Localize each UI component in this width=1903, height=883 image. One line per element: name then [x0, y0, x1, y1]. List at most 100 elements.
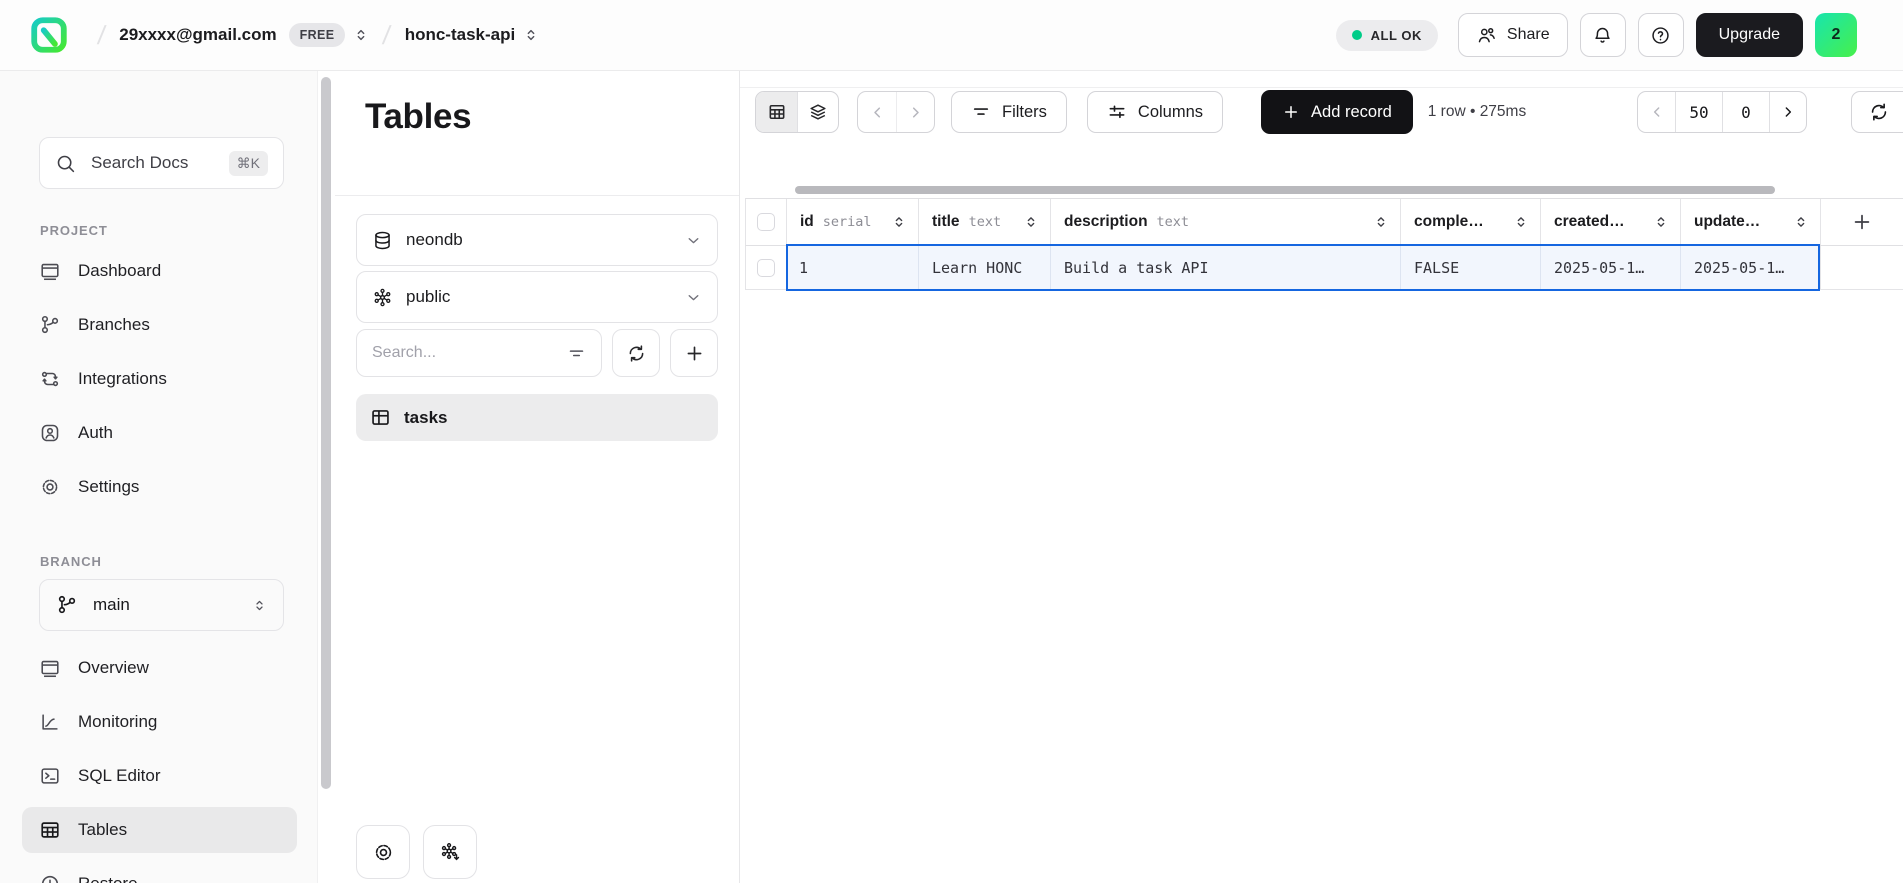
- share-label: Share: [1507, 26, 1550, 44]
- upgrade-button[interactable]: Upgrade: [1696, 13, 1803, 57]
- column-header-id[interactable]: id serial: [786, 199, 918, 245]
- refresh-tables-button[interactable]: [612, 329, 660, 377]
- database-selector[interactable]: neondb: [356, 214, 718, 266]
- row-select-cell: [746, 246, 786, 289]
- column-header-updated[interactable]: update…: [1680, 199, 1820, 245]
- schema-selector[interactable]: public: [356, 271, 718, 323]
- filters-button[interactable]: Filters: [951, 91, 1067, 133]
- project-name[interactable]: honc-task-api: [405, 25, 516, 45]
- cell-created[interactable]: 2025-05-1…: [1540, 246, 1680, 289]
- row-checkbox[interactable]: [757, 259, 775, 277]
- layers-view-button[interactable]: [797, 92, 838, 132]
- sidebar-scrollbar[interactable]: [318, 71, 335, 883]
- refresh-icon: [1868, 101, 1890, 123]
- plus-icon: [1851, 211, 1873, 233]
- grid-header-row: id serial title text description text: [745, 198, 1903, 246]
- cell-title[interactable]: Learn HONC: [918, 246, 1050, 289]
- status-label: ALL OK: [1371, 28, 1422, 43]
- sql-editor-icon: [39, 765, 61, 787]
- status-badge[interactable]: ALL OK: [1336, 20, 1438, 51]
- notifications-button[interactable]: [1580, 13, 1626, 57]
- add-column-button[interactable]: [1820, 199, 1903, 245]
- grid-toolbar: Filters Columns Add record 1 row • 275ms: [740, 88, 1903, 134]
- auth-icon: [39, 422, 61, 444]
- tables-icon: [39, 819, 61, 841]
- git-branch-icon: [39, 314, 61, 336]
- users-icon: [1476, 25, 1497, 46]
- filter-icon[interactable]: [567, 344, 586, 363]
- chevron-down-icon: [685, 232, 702, 249]
- sidebar-item-sql-editor[interactable]: SQL Editor: [22, 753, 297, 799]
- page-offset-value[interactable]: 0: [1722, 92, 1769, 132]
- panel-settings-button[interactable]: [356, 825, 410, 879]
- prev-page-button[interactable]: [858, 92, 896, 132]
- sort-icon[interactable]: [1514, 215, 1528, 229]
- select-all-checkbox[interactable]: [757, 213, 775, 231]
- sort-icon[interactable]: [1374, 215, 1388, 229]
- sort-icon[interactable]: [1654, 215, 1668, 229]
- sidebar-item-tables[interactable]: Tables: [22, 807, 297, 853]
- column-header-title[interactable]: title text: [918, 199, 1050, 245]
- add-table-button[interactable]: [670, 329, 718, 377]
- export-schema-button[interactable]: [423, 825, 477, 879]
- grid-horizontal-scrollbar[interactable]: [745, 182, 1903, 198]
- grid-view-icon: [767, 102, 787, 122]
- grid-view-button[interactable]: [756, 92, 797, 132]
- sidebar-item-dashboard[interactable]: Dashboard: [22, 248, 297, 294]
- sidebar-item-branches[interactable]: Branches: [22, 302, 297, 348]
- schema-icon: [372, 287, 393, 308]
- cell-completed[interactable]: FALSE: [1400, 246, 1540, 289]
- search-docs-placeholder: Search Docs: [91, 153, 188, 173]
- sort-icon[interactable]: [1794, 215, 1808, 229]
- sort-icon[interactable]: [892, 215, 906, 229]
- help-icon: [1650, 25, 1671, 46]
- gear-icon: [39, 476, 61, 498]
- sidebar-item-monitoring[interactable]: Monitoring: [22, 699, 297, 745]
- sort-icon[interactable]: [1024, 215, 1038, 229]
- table-search-placeholder: Search...: [372, 344, 436, 362]
- help-button[interactable]: [1638, 13, 1684, 57]
- next-page-button[interactable]: [896, 92, 934, 132]
- search-docs-input[interactable]: Search Docs ⌘K: [39, 137, 284, 189]
- cell-id[interactable]: 1: [786, 246, 918, 289]
- plan-badge: FREE: [289, 23, 346, 47]
- scrollbar-thumb[interactable]: [321, 77, 331, 789]
- sidebar-item-auth[interactable]: Auth: [22, 410, 297, 456]
- columns-button[interactable]: Columns: [1087, 91, 1223, 133]
- result-summary: 1 row • 275ms: [1428, 103, 1526, 121]
- branch-selector[interactable]: main: [39, 579, 284, 631]
- page-size-value[interactable]: 50: [1675, 92, 1722, 132]
- sidebar-item-integrations[interactable]: Integrations: [22, 356, 297, 402]
- select-all-cell: [746, 199, 786, 245]
- bell-icon: [1592, 25, 1613, 46]
- account-email[interactable]: 29xxxx@gmail.com: [119, 25, 276, 45]
- add-record-button[interactable]: Add record: [1261, 90, 1413, 134]
- refresh-grid-button[interactable]: [1851, 91, 1903, 133]
- sidebar-item-restore[interactable]: Restore: [22, 861, 297, 883]
- neon-logo-icon[interactable]: [30, 16, 68, 54]
- page-title: Tables: [335, 71, 739, 195]
- cell-description[interactable]: Build a task API: [1050, 246, 1400, 289]
- scrollbar-thumb[interactable]: [795, 186, 1775, 194]
- table-list-item-tasks[interactable]: tasks: [356, 394, 718, 441]
- column-header-created[interactable]: created…: [1540, 199, 1680, 245]
- database-icon: [372, 230, 393, 251]
- column-header-completed[interactable]: comple…: [1400, 199, 1540, 245]
- pagination-next-button[interactable]: [1769, 92, 1806, 132]
- share-button[interactable]: Share: [1458, 13, 1568, 57]
- account-selector-chevron-icon[interactable]: [353, 27, 369, 43]
- column-header-description[interactable]: description text: [1050, 199, 1400, 245]
- pagination-prev-button[interactable]: [1638, 92, 1675, 132]
- database-selector-value: neondb: [406, 230, 463, 250]
- credits-badge[interactable]: 2: [1815, 13, 1857, 57]
- sidebar-item-settings[interactable]: Settings: [22, 464, 297, 510]
- project-selector-chevron-icon[interactable]: [523, 27, 539, 43]
- table-name: tasks: [404, 408, 447, 428]
- cell-updated[interactable]: 2025-05-1…: [1680, 246, 1820, 289]
- table-search-input[interactable]: Search...: [356, 329, 602, 377]
- integrations-icon: [39, 368, 61, 390]
- view-toggle: [755, 91, 839, 133]
- sidebar-item-overview[interactable]: Overview: [22, 645, 297, 691]
- table-row[interactable]: 1 Learn HONC Build a task API FALSE 2025…: [745, 246, 1903, 290]
- sidebar: Search Docs ⌘K PROJECT Dashboard Branche…: [0, 71, 318, 883]
